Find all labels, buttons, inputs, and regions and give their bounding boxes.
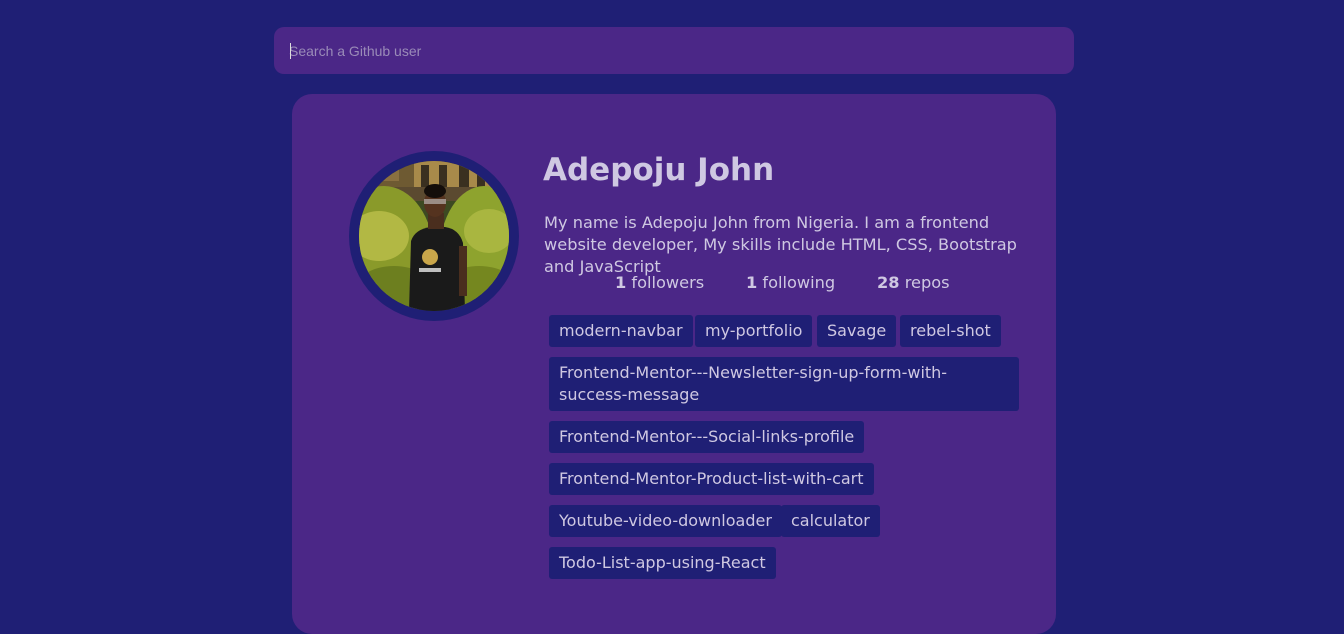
- repo-link[interactable]: rebel-shot: [900, 315, 1001, 347]
- repo-link[interactable]: Todo-List-app-using-React: [549, 547, 776, 579]
- followers-count: 1: [615, 273, 627, 292]
- followers-stat: 1 followers: [615, 272, 704, 294]
- user-photo-icon: [359, 161, 509, 311]
- followers-label: followers: [631, 273, 705, 292]
- repos-count: 28: [877, 273, 900, 292]
- following-stat: 1 following: [746, 272, 835, 294]
- profile-card: Adepoju John My name is Adepoju John fro…: [292, 94, 1056, 634]
- repo-link[interactable]: my-portfolio: [695, 315, 813, 347]
- avatar: [359, 161, 509, 311]
- avatar-ring: [349, 151, 519, 321]
- repo-link[interactable]: Savage: [817, 315, 897, 347]
- repos-stat: 28 repos: [877, 272, 950, 294]
- profile-bio: My name is Adepoju John from Nigeria. I …: [544, 213, 1017, 276]
- repo-link[interactable]: Frontend-Mentor---Newsletter-sign-up-for…: [549, 357, 1019, 411]
- repos-label: repos: [904, 273, 950, 292]
- repo-link[interactable]: Youtube-video-downloader: [549, 505, 782, 537]
- search-bar[interactable]: [274, 27, 1074, 74]
- following-label: following: [762, 273, 836, 292]
- repo-link[interactable]: Frontend-Mentor-Product-list-with-cart: [549, 463, 874, 495]
- repo-link[interactable]: calculator: [781, 505, 880, 537]
- repo-link[interactable]: Frontend-Mentor---Social-links-profile: [549, 421, 865, 453]
- profile-name: Adepoju John: [543, 152, 775, 188]
- search-input[interactable]: [274, 27, 1074, 74]
- following-count: 1: [746, 273, 758, 292]
- text-caret: [290, 43, 291, 59]
- repo-link[interactable]: modern-navbar: [549, 315, 693, 347]
